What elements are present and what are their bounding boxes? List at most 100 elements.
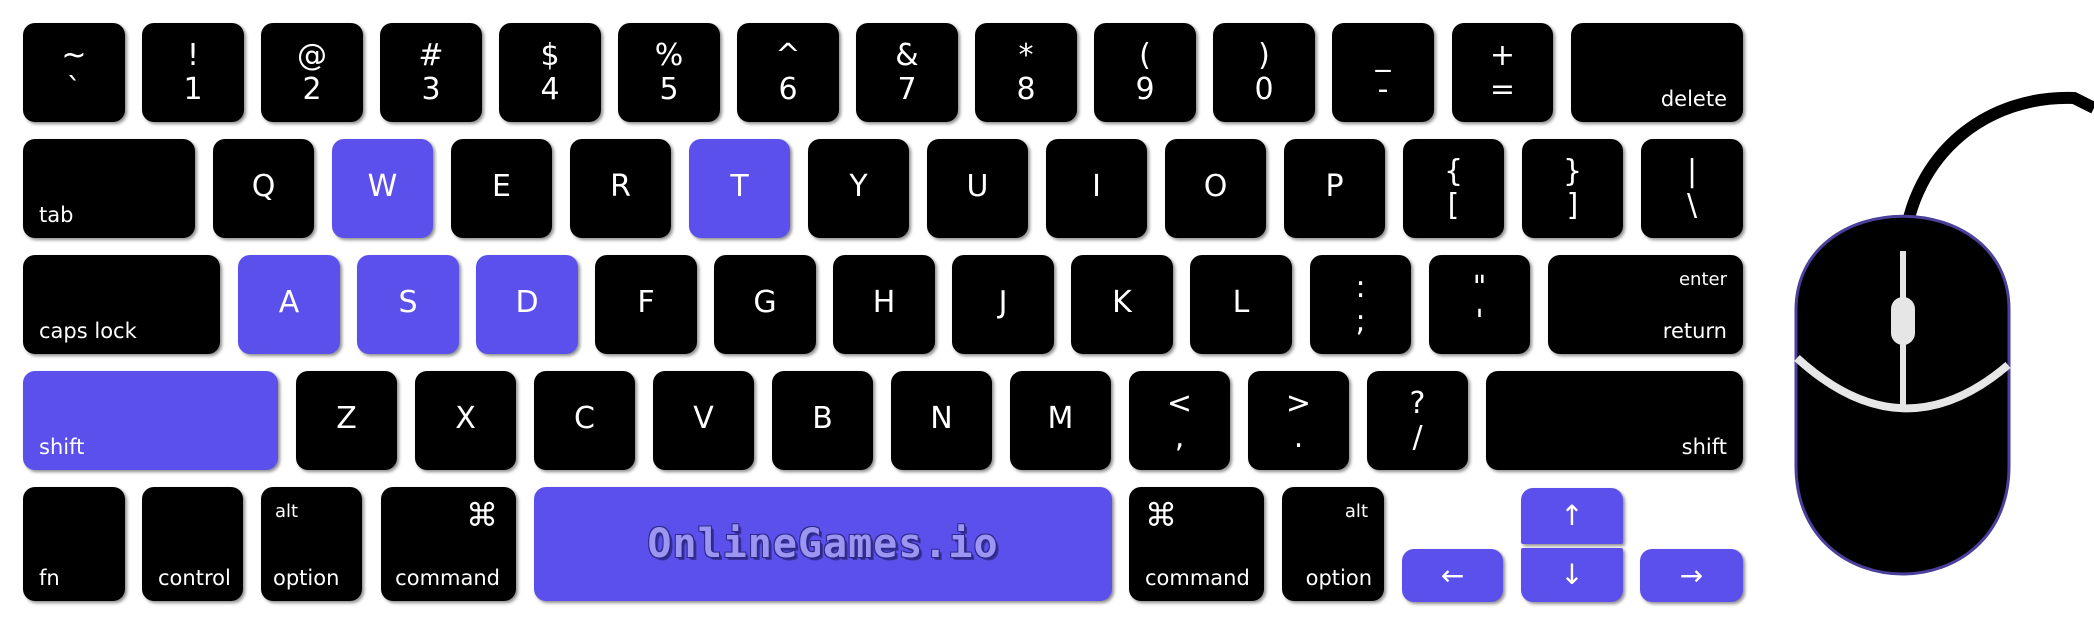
key-left-bracket[interactable]: {[ [1403,139,1504,238]
key-legend: N [930,401,953,436]
key-slash[interactable]: ? / [1367,371,1468,470]
key-p[interactable]: P [1284,139,1385,238]
key-arrow-up[interactable]: ↑ [1521,488,1623,544]
key-legend: L [1232,285,1250,320]
key-t[interactable]: T [689,139,790,238]
key-r[interactable]: R [570,139,671,238]
key-legend: G [753,285,777,320]
key-9[interactable]: (9 [1094,23,1196,122]
key-label: tab [39,203,74,227]
key-semicolon[interactable]: :; [1310,255,1411,354]
key-y[interactable]: Y [808,139,909,238]
onlinegames-logo: OnlineGames.io [647,521,999,567]
key-x[interactable]: X [415,371,516,470]
key-0[interactable]: ) 0 [1213,23,1315,122]
key-u[interactable]: U [927,139,1028,238]
key-d[interactable]: D [476,255,578,354]
key-right-command[interactable]: ⌘ command [1129,487,1264,601]
key-shift-legend: _ [1375,38,1391,73]
key-legend: \ [1686,188,1698,223]
key-equals[interactable]: + = [1452,23,1553,122]
key-n[interactable]: N [891,371,992,470]
key-3[interactable]: #3 [380,23,482,122]
key-control[interactable]: control [142,487,243,601]
key-backslash[interactable]: | \ [1641,139,1743,238]
key-right-bracket[interactable]: }] [1522,139,1623,238]
key-left-command[interactable]: ⌘ command [381,487,516,601]
key-alt-label: alt [1344,501,1368,522]
key-6[interactable]: ^ 6 [737,23,839,122]
key-arrow-right[interactable]: → [1640,549,1743,602]
key-j[interactable]: J [952,255,1054,354]
key-legend: ` [66,72,82,107]
key-shift-legend: } [1562,154,1583,189]
key-label: option [273,566,340,590]
key-g[interactable]: G [714,255,816,354]
key-z[interactable]: Z [296,371,397,470]
key-quote[interactable]: " ' [1429,255,1530,354]
key-4[interactable]: $4 [499,23,601,122]
key-h[interactable]: H [833,255,935,354]
key-backtick[interactable]: ~ ` [23,23,125,122]
arrow-left-icon: ← [1440,558,1465,592]
arrow-down-icon: ↓ [1560,558,1584,591]
key-shift-legend: ) [1258,38,1270,73]
key-c[interactable]: C [534,371,635,470]
key-legend: 3 [421,72,441,107]
key-b[interactable]: B [772,371,873,470]
key-v[interactable]: V [653,371,754,470]
key-legend: 7 [897,72,917,107]
key-left-option[interactable]: alt option [261,487,362,601]
key-label: return [1662,319,1727,343]
key-right-option[interactable]: alt option [1282,487,1384,601]
mouse-icon[interactable] [1780,80,2094,580]
key-shift-legend: + [1489,38,1516,73]
key-right-shift[interactable]: shift [1486,371,1743,470]
key-legend: - [1377,72,1389,107]
key-label: command [395,566,500,590]
key-5[interactable]: % 5 [618,23,720,122]
key-legend: E [492,169,511,204]
command-icon: ⌘ [466,496,498,534]
key-i[interactable]: I [1046,139,1147,238]
key-shift-legend: ~ [61,38,87,73]
key-delete[interactable]: delete [1571,23,1743,122]
key-a[interactable]: A [238,255,340,354]
key-legend: X [455,401,476,436]
key-fn[interactable]: fn [23,487,125,601]
key-arrow-left[interactable]: ← [1402,549,1503,602]
key-o[interactable]: O [1165,139,1266,238]
key-e[interactable]: E [451,139,552,238]
key-s[interactable]: S [357,255,459,354]
key-return[interactable]: enter return [1548,255,1743,354]
key-period[interactable]: >. [1248,371,1349,470]
key-m[interactable]: M [1010,371,1111,470]
key-comma[interactable]: <, [1129,371,1230,470]
key-w[interactable]: W [332,139,433,238]
key-2[interactable]: @2 [261,23,363,122]
key-arrow-down[interactable]: ↓ [1521,548,1623,602]
key-caps-lock[interactable]: caps lock [23,255,220,354]
key-space[interactable]: OnlineGames.io [534,487,1112,601]
key-f[interactable]: F [595,255,697,354]
key-7[interactable]: & 7 [856,23,958,122]
key-alt-label: enter [1678,269,1727,290]
key-legend: 2 [302,72,322,107]
key-1[interactable]: ! 1 [142,23,244,122]
key-8[interactable]: * 8 [975,23,1077,122]
key-legend: , [1174,420,1185,455]
key-legend: 8 [1016,72,1036,107]
key-legend: ] [1566,188,1579,223]
key-legend: O [1203,169,1228,204]
key-l[interactable]: L [1190,255,1292,354]
key-shift-legend: ? [1409,386,1426,421]
key-shift-legend: & [895,38,919,73]
key-left-shift[interactable]: shift [23,371,278,470]
key-legend: = [1489,72,1516,107]
key-k[interactable]: K [1071,255,1173,354]
key-minus[interactable]: _ - [1332,23,1434,122]
key-legend: 9 [1135,72,1155,107]
key-shift-legend: * [1018,38,1034,73]
key-tab[interactable]: tab [23,139,195,238]
key-q[interactable]: Q [213,139,314,238]
